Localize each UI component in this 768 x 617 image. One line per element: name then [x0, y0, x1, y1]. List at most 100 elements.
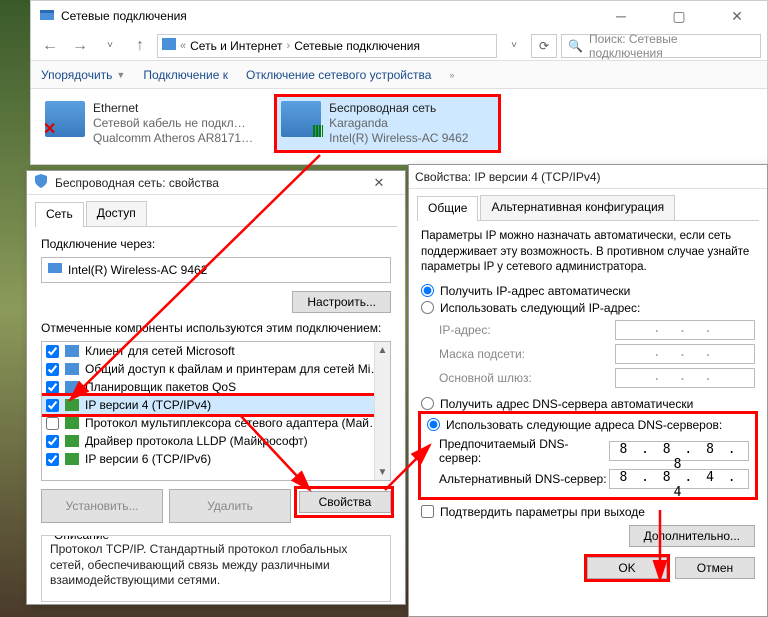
component-checkbox[interactable] [46, 345, 59, 358]
tab-general[interactable]: Общие [417, 196, 478, 221]
list-item[interactable]: Драйвер протокола LLDP (Майкрософт) [42, 432, 390, 450]
address-bar[interactable]: « Сеть и Интернет › Сетевые подключения [157, 34, 497, 58]
list-item[interactable]: Протокол мультиплексора сетевого адаптер… [42, 414, 390, 432]
connection-status: Karaganda [329, 116, 468, 131]
validate-on-exit-checkbox[interactable] [421, 505, 434, 518]
breadcrumb-node[interactable]: Сеть и Интернет [190, 39, 282, 53]
tab-alt-config[interactable]: Альтернативная конфигурация [480, 195, 675, 220]
validate-on-exit-label: Подтвердить параметры при выходе [440, 505, 645, 519]
connection-adapter: Intel(R) Wireless-AC 9462 [329, 131, 468, 146]
wireless-icon [281, 101, 321, 137]
wireless-properties-dialog: Беспроводная сеть: свойства ✕ Сеть Досту… [26, 170, 406, 605]
dialog-titlebar: Беспроводная сеть: свойства ✕ [27, 171, 405, 195]
forward-button[interactable]: → [67, 33, 93, 59]
properties-button[interactable]: Свойства [299, 491, 391, 513]
connection-status: Сетевой кабель не подкл… [93, 116, 253, 131]
close-button[interactable]: ✕ [715, 2, 759, 30]
uninstall-button[interactable]: Удалить [169, 489, 291, 523]
cancel-button[interactable]: Отмен [675, 557, 755, 579]
connection-ethernet[interactable]: ✕ Ethernet Сетевой кабель не подкл… Qual… [41, 97, 257, 150]
subnet-mask-label: Маска подсети: [439, 347, 615, 361]
advanced-button[interactable]: Дополнительно... [629, 525, 755, 547]
tab-network[interactable]: Сеть [35, 202, 84, 227]
adapter-field[interactable]: Intel(R) Wireless-AC 9462 [41, 257, 391, 283]
organize-menu[interactable]: Упорядочить▼ [41, 68, 125, 82]
component-checkbox[interactable] [46, 453, 59, 466]
description-text: Протокол TCP/IP. Стандартный протокол гл… [50, 542, 382, 589]
addr-dropdown[interactable]: ˅ [501, 33, 527, 59]
scroll-up-icon[interactable]: ▲ [375, 342, 390, 358]
connection-name: Беспроводная сеть [329, 101, 468, 116]
component-icon [65, 417, 79, 429]
window-title: Сетевые подключения [61, 9, 593, 23]
dns-alternate-label: Альтернативный DNS-сервер: [439, 472, 609, 486]
minimize-button[interactable]: ─ [599, 2, 643, 30]
component-checkbox[interactable] [46, 417, 59, 430]
dns-preferred-label: Предпочитаемый DNS-сервер: [439, 437, 609, 465]
dns-settings-highlight: Использовать следующие адреса DNS-сервер… [421, 414, 755, 497]
component-icon [65, 453, 79, 465]
dialog-titlebar: Свойства: IP версии 4 (TCP/IPv4) [409, 165, 767, 189]
command-bar: Упорядочить▼ Подключение к Отключение се… [31, 61, 767, 89]
back-button[interactable]: ← [37, 33, 63, 59]
components-label: Отмеченные компоненты используются этим … [41, 321, 391, 335]
up-button[interactable]: ↑ [127, 33, 153, 59]
ip-auto-radio[interactable]: Получить IP-адрес автоматически [421, 284, 755, 298]
component-icon [65, 399, 79, 411]
scrollbar[interactable]: ▲ ▼ [374, 342, 390, 480]
component-checkbox[interactable] [46, 399, 59, 412]
connection-name: Ethernet [93, 101, 253, 116]
component-icon [65, 363, 79, 375]
description-label: Описание [50, 535, 113, 542]
ok-button[interactable]: OK [587, 557, 667, 579]
description-groupbox: Описание Протокол TCP/IP. Стандартный пр… [41, 535, 391, 602]
search-input[interactable]: 🔍 Поиск: Сетевые подключения [561, 34, 761, 58]
chevrons-icon[interactable]: » [449, 70, 454, 80]
components-listbox[interactable]: Клиент для сетей Microsoft Общий доступ … [41, 341, 391, 481]
network-connections-window: Сетевые подключения ─ ▢ ✕ ← → ˅ ↑ « Сеть… [30, 0, 768, 165]
tab-access[interactable]: Доступ [86, 201, 147, 226]
ip-manual-radio[interactable]: Использовать следующий IP-адрес: [421, 301, 755, 315]
connect-to-menu[interactable]: Подключение к [143, 68, 228, 82]
adapter-small-icon [48, 263, 62, 278]
tabstrip: Общие Альтернативная конфигурация [417, 195, 759, 221]
history-dropdown[interactable]: ˅ [97, 33, 123, 59]
disconnected-icon: ✕ [43, 119, 56, 139]
list-item[interactable]: Планировщик пакетов QoS [42, 378, 390, 396]
component-checkbox[interactable] [46, 435, 59, 448]
scroll-down-icon[interactable]: ▼ [375, 464, 390, 480]
dns-auto-radio[interactable]: Получить адрес DNS-сервера автоматически [421, 397, 755, 411]
component-checkbox[interactable] [46, 381, 59, 394]
install-button[interactable]: Установить... [41, 489, 163, 523]
dns-alternate-field[interactable]: 8 . 8 . 4 . 4 [609, 469, 749, 489]
dialog-title: Беспроводная сеть: свойства [55, 176, 353, 190]
connection-adapter: Qualcomm Atheros AR8171… [93, 131, 253, 146]
dialog-title: Свойства: IP версии 4 (TCP/IPv4) [415, 170, 761, 184]
component-checkbox[interactable] [46, 363, 59, 376]
chevron-down-icon: ▼ [116, 70, 125, 80]
gateway-field: . . . [615, 368, 755, 388]
subnet-mask-field: . . . [615, 344, 755, 364]
address-bar-row: ← → ˅ ↑ « Сеть и Интернет › Сетевые подк… [31, 31, 767, 61]
ip-info-text: Параметры IP можно назначать автоматичес… [421, 229, 755, 276]
configure-button[interactable]: Настроить... [292, 291, 391, 313]
list-item[interactable]: Клиент для сетей Microsoft [42, 342, 390, 360]
connection-wireless[interactable]: Беспроводная сеть Karaganda Intel(R) Wir… [277, 97, 498, 150]
refresh-button[interactable]: ⟳ [531, 34, 557, 58]
breadcrumb-node[interactable]: Сетевые подключения [294, 39, 420, 53]
list-item[interactable]: Общий доступ к файлам и принтерам для се… [42, 360, 390, 378]
ipv4-properties-dialog: Свойства: IP версии 4 (TCP/IPv4) Общие А… [408, 164, 768, 617]
maximize-button[interactable]: ▢ [657, 2, 701, 30]
list-item-ipv4[interactable]: IP версии 4 (TCP/IPv4) [42, 396, 390, 414]
breadcrumb-sep-icon: « [180, 40, 186, 52]
ethernet-icon: ✕ [45, 101, 85, 137]
close-button[interactable]: ✕ [359, 172, 399, 194]
control-panel-small-icon [162, 37, 176, 54]
disable-device-menu[interactable]: Отключение сетевого устройства [246, 68, 431, 82]
search-icon: 🔍 [568, 39, 583, 53]
component-icon [65, 345, 79, 357]
dns-manual-radio[interactable]: Использовать следующие адреса DNS-сервер… [427, 418, 749, 432]
list-item[interactable]: IP версии 6 (TCP/IPv6) [42, 450, 390, 468]
dns-preferred-field[interactable]: 8 . 8 . 8 . 8 [609, 441, 749, 461]
connections-list: ✕ Ethernet Сетевой кабель не подкл… Qual… [31, 89, 767, 158]
